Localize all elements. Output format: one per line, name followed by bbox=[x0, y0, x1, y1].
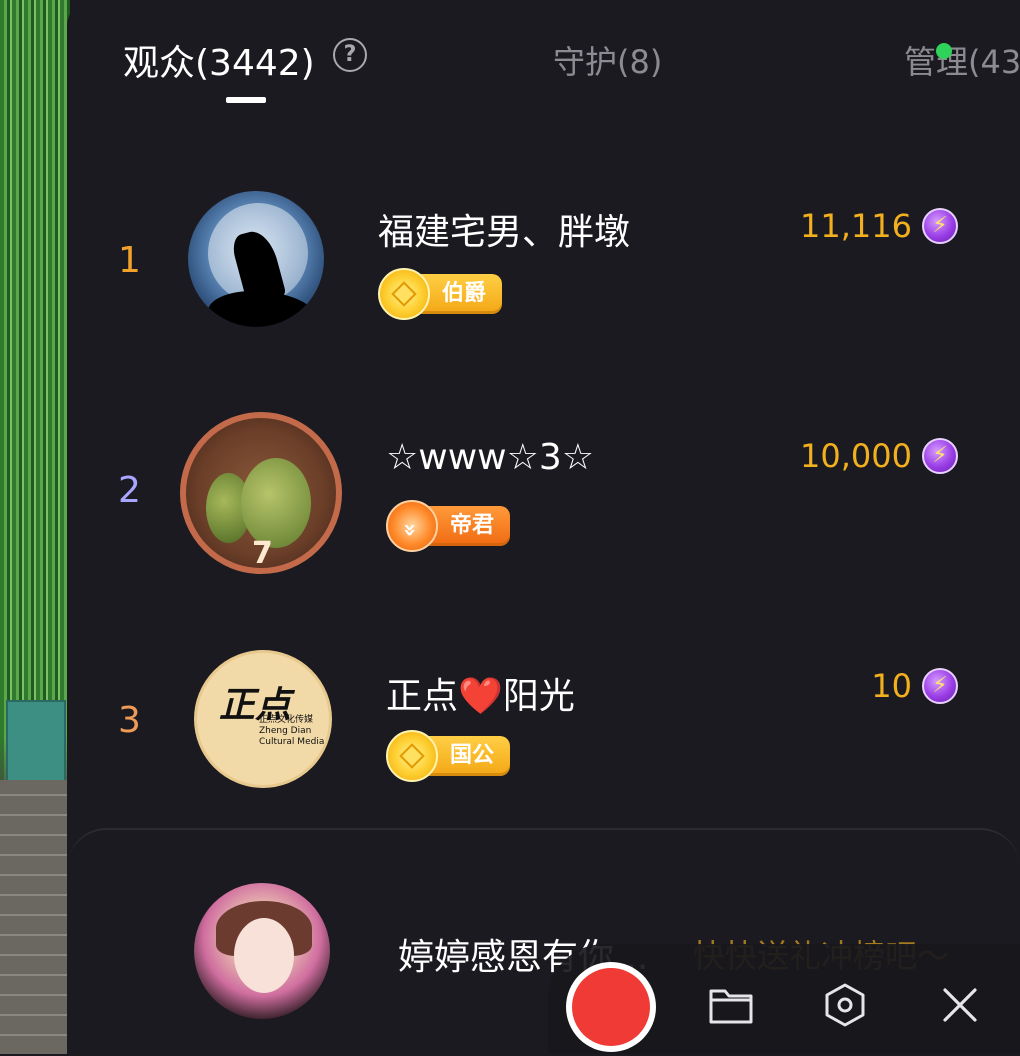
rank-number: 1 bbox=[118, 240, 141, 281]
avatar-frame-number: 7 bbox=[252, 536, 273, 571]
tab-guard[interactable]: 守护(8) bbox=[553, 37, 662, 83]
background-wall bbox=[0, 780, 70, 1054]
badge-label: 国公 bbox=[450, 743, 495, 768]
viewer-name: ☆www☆3☆ bbox=[386, 437, 595, 478]
diamond-badge-icon bbox=[378, 268, 430, 320]
hexagon-settings-icon[interactable] bbox=[822, 982, 868, 1028]
list-item[interactable]: 2 7 ☆www☆3☆ 10,000 ⚡ 帝君 bbox=[0, 390, 1020, 590]
rank-number: 2 bbox=[118, 470, 141, 511]
avatar[interactable] bbox=[188, 191, 324, 327]
lightning-coin-icon: ⚡ bbox=[922, 668, 958, 704]
rank-badge: 帝君 bbox=[386, 500, 511, 552]
avatar[interactable]: 7 bbox=[180, 412, 342, 574]
online-indicator-dot bbox=[936, 43, 952, 59]
lightning-coin-icon: ⚡ bbox=[922, 208, 958, 244]
avatar[interactable]: 正点 正点文化传媒 Zheng Dian Cultural Media bbox=[194, 650, 332, 788]
help-icon[interactable]: ? bbox=[333, 38, 367, 72]
list-item[interactable]: 1 福建宅男、胖墩 11,116 ⚡ 伯爵 bbox=[0, 160, 1020, 360]
viewer-name: 正点❤️阳光 bbox=[386, 676, 575, 717]
gift-score: 10 bbox=[871, 667, 912, 705]
my-avatar[interactable] bbox=[194, 883, 330, 1019]
tab-admin[interactable]: 管理(43 bbox=[904, 37, 1020, 83]
avatar-logo-subtext: 正点文化传媒 Zheng Dian Cultural Media bbox=[259, 715, 325, 747]
active-tab-indicator bbox=[226, 97, 266, 103]
chevron-badge-icon bbox=[386, 500, 438, 552]
list-item[interactable]: 3 正点 正点文化传媒 Zheng Dian Cultural Media 正点… bbox=[0, 620, 1020, 820]
gift-score: 11,116 bbox=[800, 207, 912, 245]
record-button[interactable] bbox=[566, 962, 656, 1052]
gift-score: 10,000 bbox=[800, 437, 912, 475]
folder-icon[interactable] bbox=[708, 985, 754, 1025]
rank-number: 3 bbox=[118, 700, 141, 741]
lightning-coin-icon: ⚡ bbox=[922, 438, 958, 474]
tab-audience[interactable]: 观众(3442) bbox=[123, 34, 315, 86]
viewer-name: 福建宅男、胖墩 bbox=[378, 212, 631, 253]
badge-label: 伯爵 bbox=[442, 281, 487, 306]
diamond-badge-icon bbox=[386, 730, 438, 782]
close-icon[interactable] bbox=[941, 986, 979, 1024]
rank-badge: 国公 bbox=[386, 730, 511, 782]
rank-badge: 伯爵 bbox=[378, 268, 503, 320]
badge-label: 帝君 bbox=[450, 513, 495, 538]
